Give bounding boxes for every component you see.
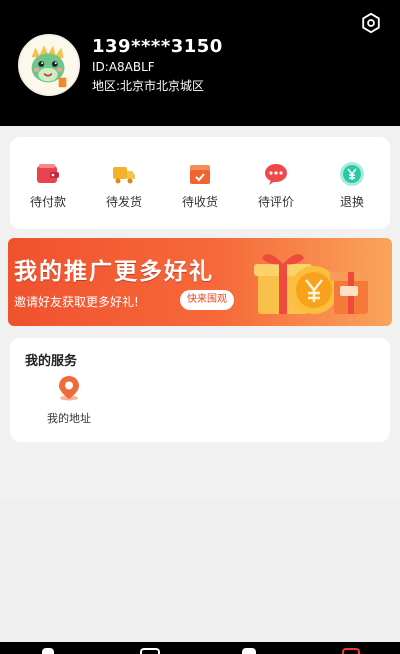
nav-profile-icon[interactable] (342, 648, 360, 654)
order-item-pending-payment[interactable]: 待付款 (10, 137, 86, 229)
order-label: 待付款 (29, 195, 66, 209)
promo-title: 我的推广更多好礼 (14, 259, 214, 285)
promo-banner[interactable]: 我的推广更多好礼 邀请好友获取更多好礼! 快来围观 (8, 238, 392, 326)
nav-home-icon[interactable] (42, 648, 54, 654)
avatar[interactable] (18, 34, 80, 96)
user-region: 地区:北京市北京城区 (92, 79, 205, 93)
nav-cart-icon[interactable] (242, 648, 256, 654)
order-status-card: 待付款 待发货 待收货 待评价 退换 (10, 137, 390, 229)
order-label: 退换 (339, 195, 364, 209)
order-label: 待收货 (181, 195, 218, 209)
order-item-pending-receipt[interactable]: 待收货 (162, 137, 238, 229)
services-title: 我的服务 (25, 354, 78, 369)
order-item-pending-review[interactable]: 待评价 (238, 137, 314, 229)
yen-icon (340, 162, 364, 186)
box-icon (190, 165, 210, 184)
user-phone: 139****3150 (92, 36, 223, 57)
profile-header: 139****3150 ID:A8ABLF 地区:北京市北京城区 (0, 0, 400, 126)
service-label: 我的地址 (47, 412, 91, 425)
order-label: 待评价 (257, 195, 294, 209)
order-item-pending-shipment[interactable]: 待发货 (86, 137, 162, 229)
promo-subtitle: 邀请好友获取更多好礼! (14, 295, 139, 309)
order-label: 待发货 (105, 195, 142, 209)
dragon-mascot-icon (20, 36, 78, 94)
wallet-icon (37, 164, 59, 183)
order-item-return-exchange[interactable]: 退换 (314, 137, 390, 229)
location-pin-icon (59, 376, 79, 401)
services-card: 我的服务 我的地址 (10, 338, 390, 442)
bottom-nav (0, 642, 400, 654)
gift-box-icon (254, 254, 372, 314)
empty-area (0, 500, 400, 642)
settings-icon[interactable] (360, 12, 382, 34)
user-id: ID:A8ABLF (92, 60, 155, 74)
truck-icon (113, 167, 135, 184)
service-item-address[interactable]: 我的地址 (38, 374, 100, 426)
nav-category-icon[interactable] (140, 648, 160, 654)
promo-view-button[interactable]: 快来围观 (180, 290, 234, 310)
chat-bubble-icon (265, 164, 287, 185)
